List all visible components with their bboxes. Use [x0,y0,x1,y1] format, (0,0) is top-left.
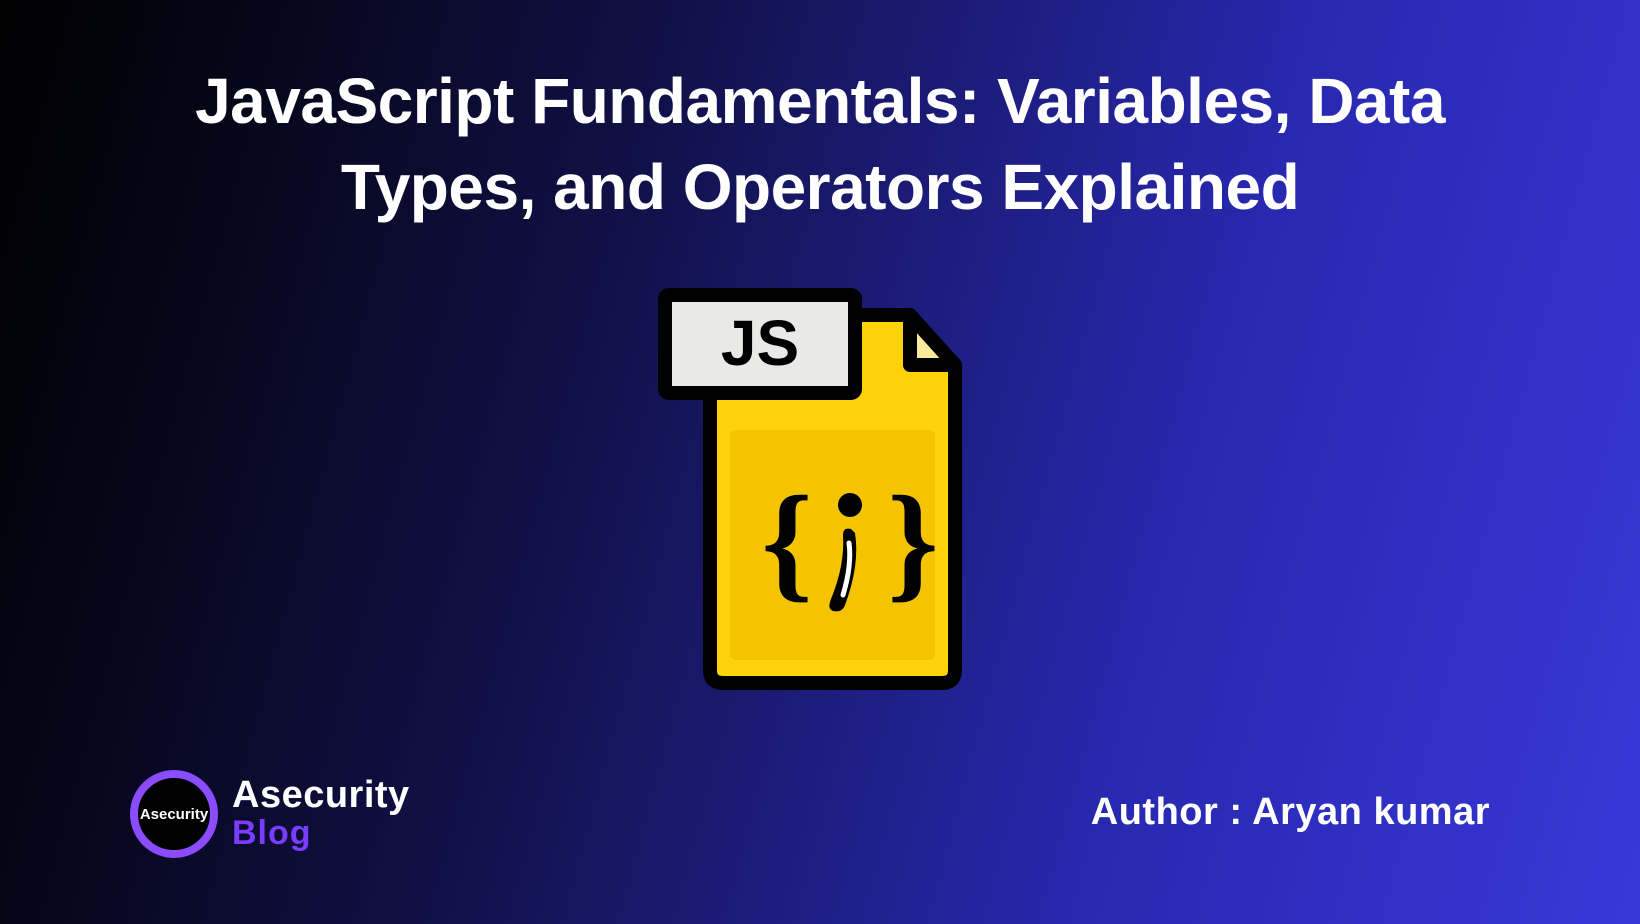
author-credit: Author : Aryan kumar [1091,791,1490,834]
svg-text:JS: JS [721,307,799,379]
logo-text-top: Asecurity [232,776,410,816]
svg-text:{: { [761,470,812,614]
js-file-icon: JS { } [655,265,985,695]
author-prefix: Author : [1091,791,1252,833]
logo-ring-icon: Asecurity [130,770,218,858]
logo-text: Asecurity Blog [232,776,410,852]
svg-text:}: } [887,470,938,614]
logo-ring-text: Asecurity [140,806,208,823]
logo-text-bottom: Blog [232,816,410,852]
author-name: Aryan kumar [1252,791,1490,833]
page-title: JavaScript Fundamentals: Variables, Data… [120,58,1520,231]
site-logo: Asecurity Asecurity Blog [130,770,410,858]
